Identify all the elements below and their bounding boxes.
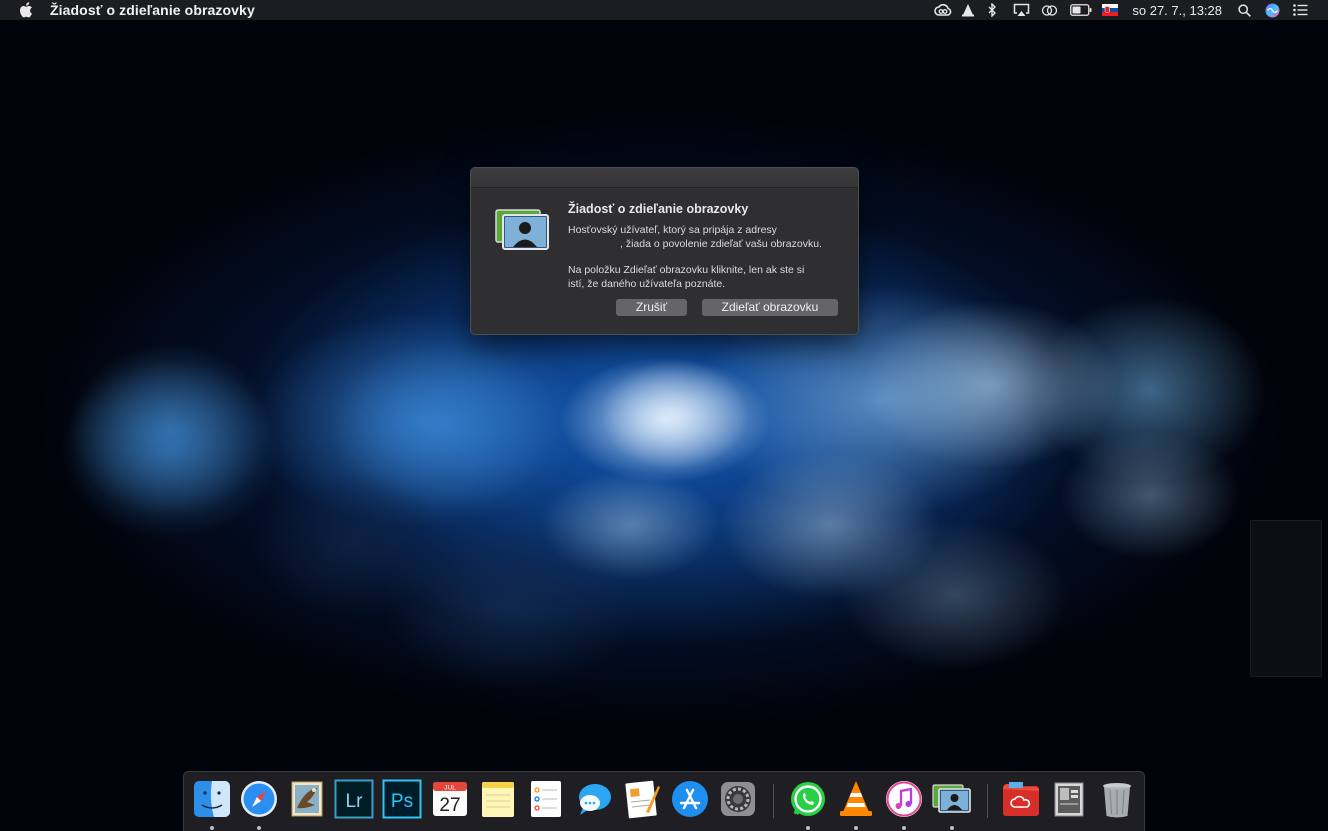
downloads-stack-icon	[1054, 782, 1084, 817]
creative-cloud-status-icon[interactable]	[933, 0, 953, 20]
dock-item-whatsapp[interactable]	[788, 778, 828, 830]
dock-item-notes[interactable]	[478, 778, 518, 820]
calendar-month: JUL	[444, 785, 456, 792]
dialog-title: Žiadosť o zdieľanie obrazovky	[568, 202, 749, 216]
desktop-wallpaper	[0, 0, 1328, 830]
dock-item-creative-cloud-files[interactable]	[1001, 778, 1041, 820]
dialog-message: Hosťovský užívateľ, ktorý sa pripája z a…	[568, 224, 843, 291]
lightroom-icon: Lr	[334, 779, 374, 819]
dock-item-mail[interactable]	[287, 778, 327, 820]
menubar-clock[interactable]: so 27. 7., 13:28	[1132, 3, 1222, 18]
share-screen-button[interactable]: Zdieľať obrazovku	[702, 299, 838, 316]
running-indicator	[257, 826, 261, 830]
spotlight-search-icon[interactable]	[1236, 0, 1252, 20]
finder-icon	[194, 781, 230, 817]
bluetooth-icon[interactable]	[985, 0, 999, 20]
system-preferences-icon	[721, 782, 755, 816]
running-indicator	[950, 826, 954, 830]
dialog-titlebar[interactable]	[471, 168, 858, 188]
screen-sharing-icon	[932, 784, 971, 813]
menu-bar: Žiadosť o zdieľanie obrazovky so 27. 7.,…	[0, 0, 1328, 20]
active-app-title[interactable]: Žiadosť o zdieľanie obrazovky	[50, 2, 255, 18]
dock-item-vlc[interactable]	[836, 778, 876, 830]
dock: Lr Ps JUL 27	[183, 771, 1145, 831]
running-indicator	[854, 826, 858, 830]
photoshop-label: Ps	[391, 791, 413, 812]
reminders-icon	[531, 781, 561, 817]
mail-icon	[291, 781, 323, 817]
dock-item-safari[interactable]	[239, 778, 279, 830]
dock-item-system-preferences[interactable]	[718, 778, 758, 820]
photoshop-icon: Ps	[382, 779, 422, 819]
vlc-status-icon[interactable]	[959, 0, 977, 20]
siri-icon[interactable]	[1264, 0, 1280, 20]
airplay-icon[interactable]	[1012, 0, 1030, 20]
itunes-icon	[886, 781, 922, 817]
dock-item-reminders[interactable]	[526, 778, 566, 820]
running-indicator	[210, 826, 214, 830]
dialog-message-line: , žiada o povolenie zdieľať vašu obrazov…	[620, 237, 822, 250]
screen-sharing-status-icon[interactable]	[1040, 0, 1058, 20]
dock-separator	[773, 784, 774, 818]
dock-item-pages[interactable]	[622, 778, 662, 820]
dock-item-messages[interactable]	[574, 778, 614, 820]
input-source-slovak-flag-icon[interactable]	[1102, 0, 1119, 20]
lightroom-label: Lr	[346, 791, 364, 812]
trash-icon	[1103, 783, 1131, 818]
dialog-message-line: istí, že daného užívateľa poznáte.	[568, 277, 726, 290]
battery-icon[interactable]	[1070, 0, 1092, 20]
status-area: so 27. 7., 13:28	[933, 0, 1328, 20]
screen-sharing-app-icon	[493, 206, 551, 254]
dock-item-finder[interactable]	[192, 778, 232, 830]
notes-icon	[482, 782, 514, 817]
pages-icon	[625, 780, 660, 819]
dock-item-trash[interactable]	[1097, 778, 1137, 820]
dock-separator	[987, 784, 988, 818]
safari-icon	[241, 781, 277, 817]
app-store-icon	[672, 781, 708, 817]
vlc-icon	[840, 781, 872, 816]
dialog-message-line: Na položku Zdieľať obrazovku kliknite, l…	[568, 264, 805, 276]
dock-item-itunes[interactable]	[884, 778, 924, 830]
calendar-icon: JUL 27	[433, 782, 467, 816]
dock-item-photoshop[interactable]: Ps	[382, 778, 422, 820]
notification-center-icon[interactable]	[1292, 0, 1308, 20]
dock-item-calendar[interactable]: JUL 27	[430, 778, 470, 820]
background-window-edge	[1250, 520, 1322, 677]
dialog-message-line: Hosťovský užívateľ, ktorý sa pripája z a…	[568, 224, 777, 236]
calendar-day: 27	[439, 795, 460, 816]
creative-cloud-folder-icon	[1003, 782, 1039, 816]
running-indicator	[806, 826, 810, 830]
messages-icon	[579, 784, 611, 815]
running-indicator	[902, 826, 906, 830]
cancel-button[interactable]: Zrušiť	[616, 299, 687, 316]
screen-sharing-request-dialog: Žiadosť o zdieľanie obrazovky Hosťovský …	[470, 167, 859, 335]
dock-item-app-store[interactable]	[670, 778, 710, 820]
dock-item-lightroom[interactable]: Lr	[334, 778, 374, 820]
dock-item-downloads-stack[interactable]	[1049, 778, 1089, 820]
apple-menu-icon[interactable]	[19, 2, 33, 18]
dock-item-screen-sharing[interactable]	[932, 778, 972, 830]
whatsapp-icon	[791, 782, 825, 816]
